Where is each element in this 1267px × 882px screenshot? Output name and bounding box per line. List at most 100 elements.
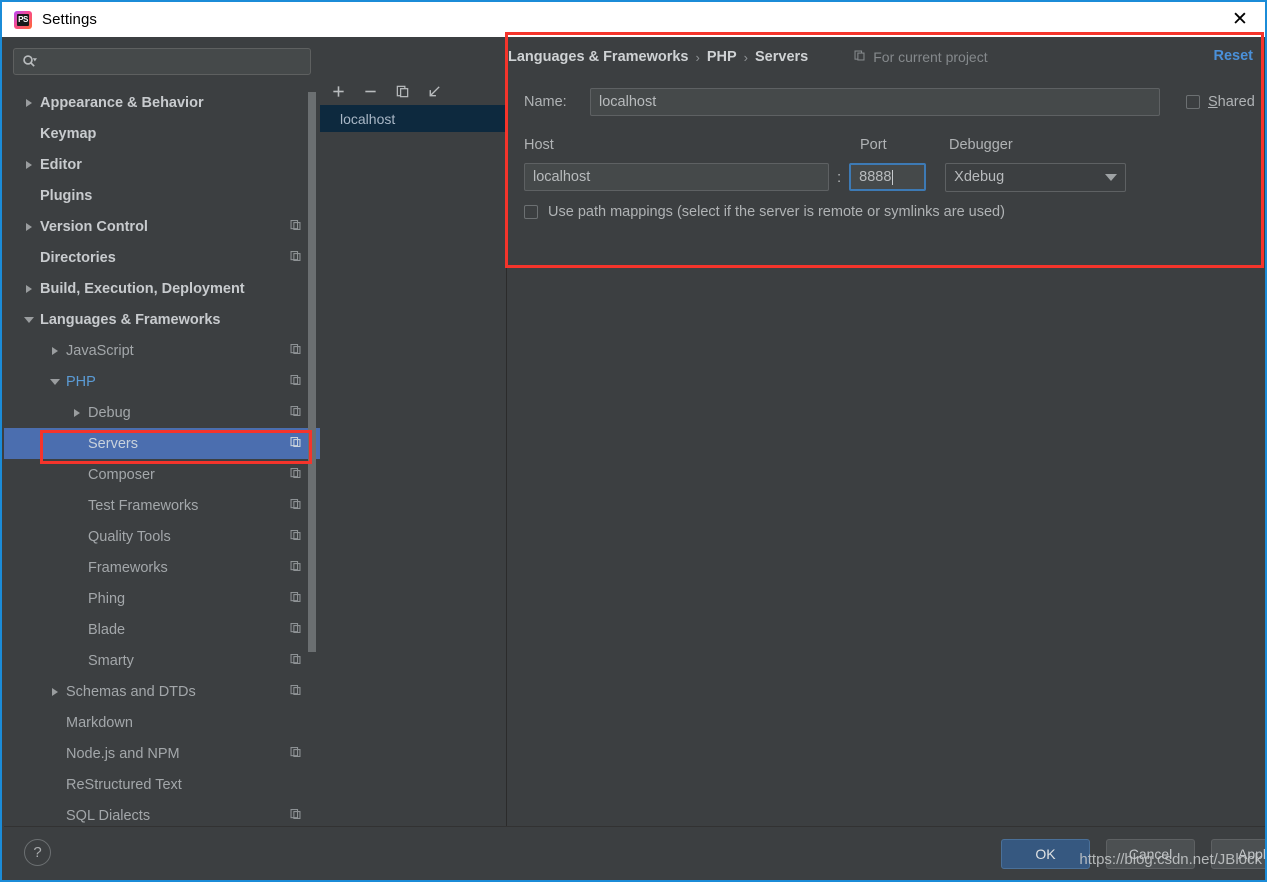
title-bar: Settings ✕: [2, 2, 1265, 37]
ok-button[interactable]: OK: [1001, 839, 1090, 869]
chevron-right-icon[interactable]: [44, 346, 66, 355]
copy-icon: [289, 466, 302, 483]
copy-icon: [289, 559, 302, 576]
close-icon[interactable]: ✕: [1225, 6, 1255, 32]
sidebar-item-label: Editor: [40, 156, 82, 173]
sidebar-item-blade[interactable]: Blade: [4, 614, 320, 645]
sidebar-item-restructured-text[interactable]: ReStructured Text: [4, 769, 320, 800]
sidebar-item-quality-tools[interactable]: Quality Tools: [4, 521, 320, 552]
copy-icon: [289, 652, 302, 669]
phpstorm-icon: [14, 10, 32, 29]
breadcrumb-part-2: Servers: [755, 49, 809, 65]
sidebar-item-javascript[interactable]: JavaScript: [4, 335, 320, 366]
sidebar-item-label: Plugins: [40, 187, 93, 204]
copy-icon: [289, 435, 302, 452]
chevron-right-icon[interactable]: [18, 284, 40, 293]
sidebar-item-keymap[interactable]: Keymap: [4, 118, 320, 149]
copy-server-button[interactable]: [394, 83, 411, 100]
shared-label: Shared: [1208, 94, 1255, 110]
server-form: Name: localhost Shared Host Port Debugge…: [508, 85, 1265, 231]
chevron-down-icon[interactable]: [18, 316, 40, 323]
sidebar-item-frameworks[interactable]: Frameworks: [4, 552, 320, 583]
sidebar-item-appearance-behavior[interactable]: Appearance & Behavior: [4, 87, 320, 118]
sidebar-item-label: Schemas and DTDs: [66, 683, 196, 700]
breadcrumb-separator: ›: [743, 49, 749, 65]
sidebar-item-node-js-and-npm[interactable]: Node.js and NPM: [4, 738, 320, 769]
search-input[interactable]: [13, 48, 311, 75]
chevron-right-glyph: [26, 160, 32, 169]
sidebar-item-test-frameworks[interactable]: Test Frameworks: [4, 490, 320, 521]
sidebar-item-plugins[interactable]: Plugins: [4, 180, 320, 211]
search-wrapper: [4, 37, 320, 75]
sidebar-item-label: Build, Execution, Deployment: [40, 280, 245, 297]
chevron-right-glyph: [52, 346, 58, 355]
copy-icon: [289, 373, 302, 390]
copy-icon: [289, 528, 302, 545]
sidebar-item-schemas-and-dtds[interactable]: Schemas and DTDs: [4, 676, 320, 707]
name-label: Name:: [524, 94, 567, 110]
reset-link[interactable]: Reset: [1214, 48, 1254, 64]
chevron-right-icon[interactable]: [18, 160, 40, 169]
remove-server-button[interactable]: [362, 83, 379, 100]
chevron-right-glyph: [74, 408, 80, 417]
copy-icon: [289, 404, 302, 421]
scope-indicator: For current project: [853, 49, 988, 65]
path-mappings-checkbox[interactable]: [524, 205, 538, 219]
sidebar-item-label: Quality Tools: [88, 528, 171, 545]
sidebar-item-markdown[interactable]: Markdown: [4, 707, 320, 738]
chevron-right-icon[interactable]: [66, 408, 88, 417]
sidebar-item-debug[interactable]: Debug: [4, 397, 320, 428]
chevron-right-glyph: [26, 98, 32, 107]
server-list-panel: localhost: [320, 37, 507, 830]
chevron-right-icon[interactable]: [18, 98, 40, 107]
breadcrumb-part-1[interactable]: PHP: [707, 49, 737, 65]
chevron-right-glyph: [52, 687, 58, 696]
sidebar-item-smarty[interactable]: Smarty: [4, 645, 320, 676]
search-icon: [22, 54, 37, 69]
import-arrow-icon[interactable]: [426, 83, 443, 100]
server-list-item-label: localhost: [340, 110, 396, 127]
copy-icon: [289, 807, 302, 824]
path-mappings-row[interactable]: Use path mappings (select if the server …: [508, 193, 1265, 231]
chevron-down-icon[interactable]: [44, 378, 66, 385]
copy-icon: [289, 218, 302, 235]
sidebar-item-label: ReStructured Text: [66, 776, 182, 793]
sidebar-item-version-control[interactable]: Version Control: [4, 211, 320, 242]
sidebar-item-composer[interactable]: Composer: [4, 459, 320, 490]
sidebar-item-servers[interactable]: Servers: [4, 428, 320, 459]
server-settings-content: Languages & Frameworks › PHP › Servers F…: [508, 37, 1265, 830]
text-caret: [892, 169, 894, 185]
sidebar-item-phing[interactable]: Phing: [4, 583, 320, 614]
chevron-right-glyph: [26, 284, 32, 293]
name-input[interactable]: localhost: [590, 88, 1160, 116]
sidebar-item-php[interactable]: PHP: [4, 366, 320, 397]
breadcrumb-part-0[interactable]: Languages & Frameworks: [508, 49, 689, 65]
sidebar-item-label: JavaScript: [66, 342, 134, 359]
sidebar-item-editor[interactable]: Editor: [4, 149, 320, 180]
host-fields-row: localhost : 8888 Xdebug: [508, 161, 1265, 193]
debugger-select[interactable]: Xdebug: [945, 162, 1127, 192]
add-server-button[interactable]: [330, 83, 347, 100]
sidebar-item-languages-frameworks[interactable]: Languages & Frameworks: [4, 304, 320, 335]
port-input[interactable]: 8888: [849, 163, 927, 191]
help-button[interactable]: ?: [24, 839, 51, 866]
path-mappings-label: Use path mappings (select if the server …: [548, 204, 1005, 220]
sidebar-item-label: Node.js and NPM: [66, 745, 180, 762]
host-port-separator: :: [837, 168, 842, 186]
chevron-right-icon[interactable]: [44, 687, 66, 696]
window-title: Settings: [42, 11, 97, 28]
shared-checkbox[interactable]: [1186, 95, 1200, 109]
host-input[interactable]: localhost: [524, 163, 829, 191]
sidebar-item-build-execution-deployment[interactable]: Build, Execution, Deployment: [4, 273, 320, 304]
sidebar-scrollbar-thumb[interactable]: [308, 92, 316, 652]
sidebar-item-directories[interactable]: Directories: [4, 242, 320, 273]
shared-checkbox-wrap[interactable]: Shared: [1186, 94, 1255, 110]
sidebar-item-label: SQL Dialects: [66, 807, 151, 824]
copy-icon: [289, 342, 302, 359]
sidebar-scrollbar[interactable]: [308, 87, 318, 830]
copy-icon: [853, 49, 866, 65]
server-list-item[interactable]: localhost: [320, 105, 506, 132]
sidebar-item-label: Appearance & Behavior: [40, 94, 204, 111]
copy-icon: [289, 683, 302, 700]
chevron-right-icon[interactable]: [18, 222, 40, 231]
